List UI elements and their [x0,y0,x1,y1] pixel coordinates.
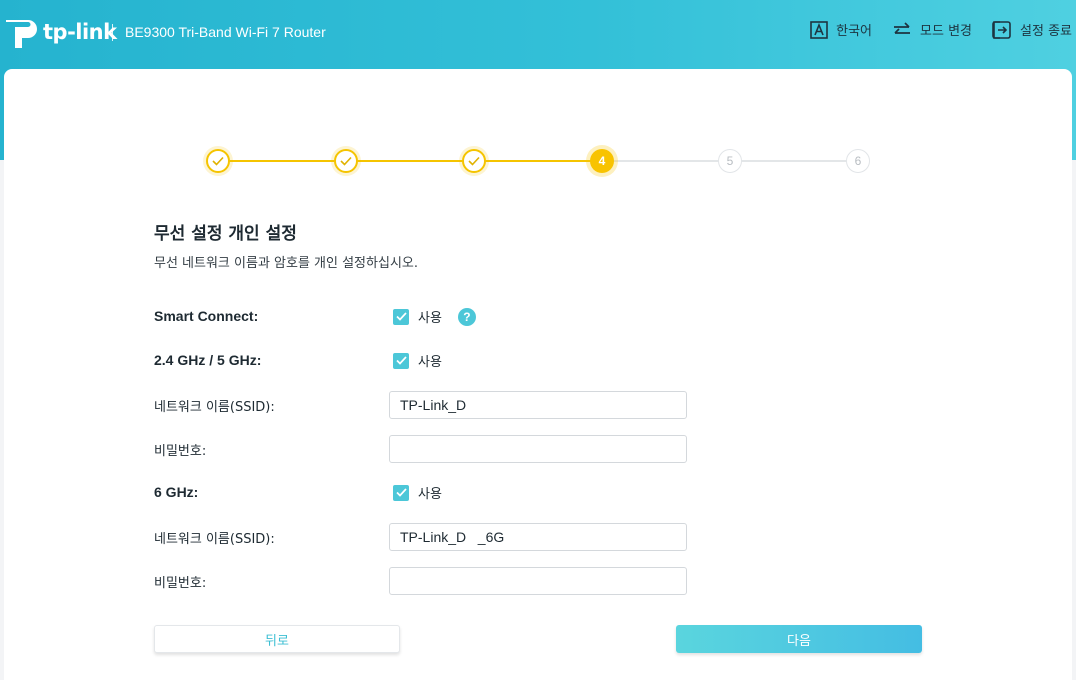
tp-link-logo-icon [6,20,37,48]
top-actions: 한국어 모드 변경 설정 종료 [810,20,1072,39]
tp-link-logo: tp-link [4,14,117,50]
page-title: 무선 설정 개인 설정 [154,224,297,244]
back-button[interactable]: 뒤로 [154,625,400,653]
password-6-input[interactable] [389,567,687,595]
password-24-5-label: 비밀번호: [154,444,207,459]
step-line-4 [602,160,730,162]
band-6-toggle: 사용 [393,483,442,502]
mode-change-label: 모드 변경 [920,24,973,39]
band-6-checkbox[interactable] [393,484,409,501]
ssid-6-label: 네트워크 이름(SSID): [154,532,275,547]
language-button[interactable]: 한국어 [810,20,872,39]
step-line-3 [474,160,602,162]
page-subtitle: 무선 네트워크 이름과 암호를 개인 설정하십시오. [154,256,418,271]
next-button[interactable]: 다음 [676,625,922,653]
mode-change-button[interactable]: 모드 변경 [892,20,972,39]
exit-icon [992,20,1011,39]
smart-connect-checkbox[interactable] [393,308,409,325]
band-24-5-label: 2.4 GHz / 5 GHz: [154,352,262,368]
band-24-5-toggle: 사용 [393,351,442,370]
router-model: BE9300 Tri-Band Wi-Fi 7 Router [125,24,326,40]
step-5: 5 [718,149,742,173]
check-icon [212,156,224,166]
password-24-5-input[interactable] [389,435,687,463]
password-6-label: 비밀번호: [154,576,207,591]
checkmark-icon [395,312,407,321]
band-6-label: 6 GHz: [154,484,199,500]
band-24-5-checkbox[interactable] [393,352,409,369]
smart-connect-toggle: 사용 ? [393,307,476,326]
exit-setup-button[interactable]: 설정 종료 [992,20,1072,39]
step-2-complete [334,149,358,173]
checkmark-icon [395,488,407,497]
logo-text: tp-link [43,20,117,44]
step-1-complete [206,149,230,173]
progress-stepper: 4 5 6 [206,149,870,173]
ssid-6-input[interactable]: TP-Link_D _6G [389,523,687,551]
ssid-24-5-input[interactable]: TP-Link_D [389,391,687,419]
band-6-checkbox-label: 사용 [418,487,442,502]
check-icon [468,156,480,166]
exit-setup-label: 설정 종료 [1020,24,1072,39]
help-icon[interactable]: ? [457,307,476,326]
checkmark-icon [395,356,407,365]
step-line-1 [218,160,346,162]
check-icon [340,156,352,166]
step-4-current: 4 [590,149,614,173]
step-line-5 [730,160,858,162]
band-24-5-checkbox-label: 사용 [418,355,442,370]
language-icon [810,20,828,39]
language-label: 한국어 [836,24,873,39]
ssid-24-5-label: 네트워크 이름(SSID): [154,400,275,415]
step-3-complete [462,149,486,173]
step-6: 6 [846,149,870,173]
smart-connect-label: Smart Connect: [154,308,259,324]
header-divider [112,24,113,41]
step-line-2 [346,160,474,162]
smart-connect-checkbox-label: 사용 [418,311,442,326]
swap-icon [894,21,911,34]
